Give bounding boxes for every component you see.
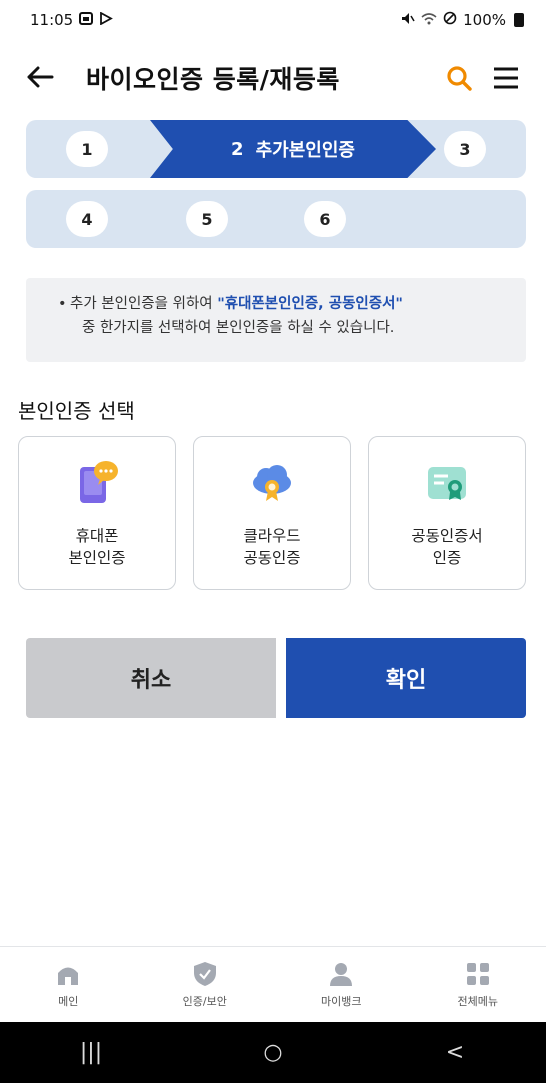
grid-icon	[464, 961, 492, 987]
back-arrow-icon[interactable]	[26, 61, 66, 96]
step-4: 4	[66, 201, 108, 237]
step-indicator-row-2: 4 5 6	[26, 190, 526, 248]
active-step-label: 추가본인인증	[255, 140, 355, 161]
auth-option-cloud-line2: 공동인증	[243, 549, 301, 567]
play-icon	[99, 10, 114, 29]
alarm-icon	[443, 11, 457, 29]
notice-prefix: 추가 본인인증을 위하여	[70, 296, 218, 312]
battery-percent: 100%	[463, 11, 506, 29]
auth-option-certificate-line2: 인증	[432, 549, 462, 567]
recent-apps-button[interactable]: |||	[61, 1040, 121, 1065]
cancel-button[interactable]: 취소	[26, 638, 276, 718]
nav-item-security[interactable]: 인증/보안	[137, 947, 274, 1022]
step-5: 5	[186, 201, 228, 237]
auth-option-cloud[interactable]: 클라우드 공동인증	[193, 436, 351, 590]
gallery-icon	[79, 11, 94, 29]
wifi-icon	[421, 12, 437, 29]
home-button[interactable]: ○	[243, 1040, 303, 1065]
nav-label-all-menu: 전체메뉴	[457, 994, 498, 1008]
nav-label-mybank: 마이뱅크	[321, 994, 362, 1008]
status-time: 11:05	[30, 11, 74, 29]
shield-icon	[191, 961, 219, 987]
mute-icon	[401, 12, 415, 29]
nav-label-security: 인증/보안	[182, 994, 227, 1008]
auth-option-phone-line1: 휴대폰	[75, 527, 119, 545]
certificate-icon	[424, 459, 470, 505]
auth-option-certificate-line1: 공동인증서	[411, 527, 483, 545]
nav-item-main[interactable]: 메인	[0, 947, 137, 1022]
notice-box: • 추가 본인인증을 위하여 "휴대폰본인인증, 공동인증서" 중 한가지를 선…	[26, 278, 526, 362]
nav-item-all-menu[interactable]: 전체메뉴	[410, 947, 546, 1022]
auth-option-certificate[interactable]: 공동인증서 인증	[368, 436, 526, 590]
confirm-button[interactable]: 확인	[286, 638, 526, 718]
section-title: 본인인증 선택	[18, 399, 135, 423]
step-1: 1	[66, 131, 108, 167]
nav-item-mybank[interactable]: 마이뱅크	[273, 947, 410, 1022]
auth-option-cloud-line1: 클라우드	[243, 527, 301, 545]
step-2-active: 2 추가본인인증	[150, 120, 436, 178]
home-icon	[54, 961, 82, 987]
nav-label-main: 메인	[58, 994, 79, 1008]
search-icon[interactable]	[446, 65, 472, 91]
active-step-number: 2	[231, 138, 244, 160]
status-bar: 11:05 100%	[0, 0, 546, 40]
auth-option-phone-line2: 본인인증	[68, 549, 126, 567]
step-6: 6	[304, 201, 346, 237]
person-icon	[327, 961, 355, 987]
notice-line-1: 추가 본인인증을 위하여 "휴대폰본인인증, 공동인증서"	[56, 292, 508, 316]
cloud-certificate-icon	[249, 459, 295, 505]
battery-icon	[514, 13, 524, 27]
back-button[interactable]: <	[425, 1040, 485, 1065]
bottom-nav: 메인 인증/보안 마이뱅크 전체메뉴	[0, 946, 546, 1022]
notice-highlight: "휴대폰본인인증, 공동인증서"	[217, 296, 403, 312]
step-indicator-row-1: 1 2 추가본인인증 3	[26, 120, 526, 178]
auth-option-phone[interactable]: 휴대폰 본인인증	[18, 436, 176, 590]
notice-line-2: 중 한가지를 선택하여 본인인증을 하실 수 있습니다.	[82, 320, 395, 336]
app-header: 바이오인증 등록/재등록	[0, 44, 546, 112]
step-3: 3	[444, 131, 486, 167]
phone-chat-icon	[74, 459, 120, 505]
notice-bullet: •	[58, 296, 67, 312]
system-nav-bar: ||| ○ <	[0, 1022, 546, 1083]
page-title: 바이오인증 등록/재등록	[86, 65, 340, 94]
hamburger-menu-icon[interactable]	[492, 66, 520, 90]
